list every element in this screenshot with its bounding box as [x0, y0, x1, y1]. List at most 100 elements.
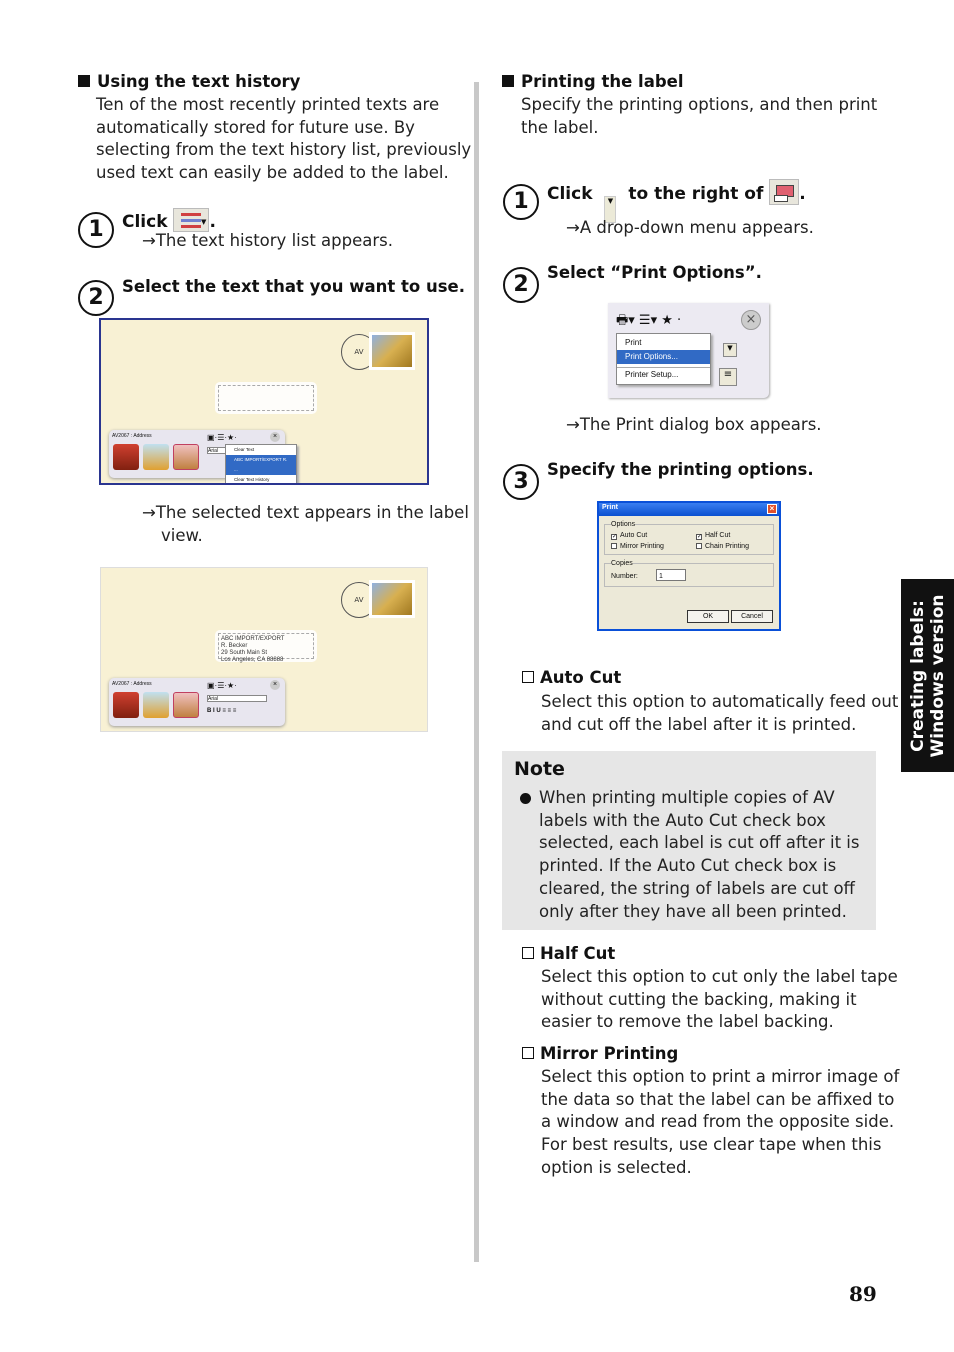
line: the data so that the label can be affixe… [541, 1089, 895, 1109]
menu-item-clear-text[interactable]: Clear Text [226, 445, 296, 455]
line: view. [161, 525, 203, 545]
auto-cut-text: Select this option to automatically feed… [541, 691, 898, 736]
options-group: Options ✓ Auto Cut ✓ Half Cut Mirror Printi… [604, 521, 774, 555]
bold-button[interactable]: B [207, 708, 211, 714]
close-icon[interactable]: × [741, 310, 761, 330]
cancel-button[interactable]: Cancel [731, 610, 773, 623]
toolbar-icons[interactable]: ▣·☰·★· [207, 681, 237, 690]
line: Ten of the most recently printed texts a… [96, 95, 440, 114]
mirror-printing-checkbox[interactable]: Mirror Printing [611, 541, 696, 552]
line: Select this option to print a mirror ima… [541, 1067, 900, 1086]
text-history-menu: Clear Text ABC IMPORT/EXPORT R. ... Clea… [225, 444, 297, 483]
align-right-icon[interactable]: ≡ [719, 368, 737, 386]
checkbox-square-icon [522, 947, 534, 959]
layout-thumb[interactable] [113, 444, 139, 470]
toolbar-icons[interactable]: ▣·☰·★· [207, 433, 237, 442]
postmark-text: AV [354, 596, 364, 604]
checkbox-label: Auto Cut [620, 532, 648, 539]
line: only after they have all been printed. [539, 901, 847, 921]
step-number-1: 1 [78, 212, 114, 248]
label-line: Los Angeles, CA 88888 [221, 657, 284, 663]
text-history-intro: Ten of the most recently printed texts a… [96, 94, 471, 185]
bullet-dot-icon [520, 793, 531, 804]
ok-button[interactable]: OK [687, 610, 730, 623]
step2-instruction: Select the text that you want to use. [122, 277, 465, 296]
side-tab-line: Creating labels: [907, 599, 928, 752]
screenshot-print-menu: 🖶▾ ☰▾ ★ · × ▼ ≡ Print Print Options... P… [608, 303, 769, 398]
section-heading-printing: Printing the label [502, 72, 684, 91]
line: without cutting the backing, making it [541, 989, 857, 1009]
bullet-square-icon [78, 75, 90, 87]
font-value: Arial [208, 696, 219, 702]
postmark-text: AV [354, 348, 364, 356]
line: For best results, use clear tape when th… [541, 1135, 882, 1155]
heading-text: Using the text history [97, 72, 301, 91]
menu-item-clear-history[interactable]: Clear Text History [226, 475, 296, 483]
screenshot-text-history: AV AV2067 : Address ▣·☰·★· × Arial Clear… [99, 318, 429, 485]
underline-button[interactable]: U [216, 708, 220, 714]
checkbox-label: Half Cut [705, 532, 731, 539]
side-tab-line: Windows version [927, 594, 948, 757]
layout-thumb[interactable] [143, 692, 169, 718]
print-dialog: Print × Options ✓ Auto Cut ✓ Half Cut Mirror… [597, 501, 781, 631]
line: automatically stored for future use. By [96, 117, 415, 137]
layout-thumb[interactable] [113, 692, 139, 718]
step-number-2: 2 [503, 267, 539, 303]
middle-text: to the right of [628, 184, 764, 204]
mirror-printing-heading: Mirror Printing [522, 1044, 678, 1063]
auto-cut-checkbox[interactable]: ✓ Auto Cut [611, 530, 696, 541]
bullet-square-icon [502, 75, 514, 87]
menu-item-print[interactable]: Print [617, 336, 710, 350]
half-cut-text: Select this option to cut only the label… [541, 966, 898, 1034]
close-icon[interactable]: × [270, 680, 280, 690]
label-view [215, 382, 317, 414]
toolbar-icons[interactable]: 🖶▾ ☰▾ ★ · [616, 311, 681, 333]
copies-label: Copies [611, 560, 633, 567]
menu-item-printer-setup[interactable]: Printer Setup... [617, 367, 710, 382]
edit-panel: AV2067 : Address ▣·☰·★· × Arial B I U ≡ … [109, 678, 285, 726]
line: easier to remove the label backing. [541, 1012, 834, 1032]
half-cut-heading: Half Cut [522, 944, 615, 963]
format-buttons[interactable]: B I U ≡ ≡ ≡ [207, 708, 236, 714]
heading-text: Printing the label [521, 72, 684, 91]
line: a window and read from the opposite side… [541, 1112, 895, 1132]
font-select[interactable]: Arial [207, 695, 267, 702]
number-label: Number: [611, 573, 638, 580]
panel-title: AV2067 : Address [112, 681, 152, 687]
italic-button[interactable]: I [213, 708, 215, 714]
click-text: Click [547, 184, 593, 204]
line: Select this option to automatically feed… [541, 692, 899, 711]
menu-item-print-options[interactable]: Print Options... [617, 350, 710, 364]
printing-intro: Specify the printing options, and then p… [521, 94, 877, 139]
click-text: Click [122, 212, 168, 232]
dropdown-arrow-icon[interactable]: ▼ [723, 343, 737, 357]
panel-title: AV2067 : Address [112, 433, 152, 439]
line: Specify the printing options, and then p… [521, 95, 878, 114]
print-menu: Print Print Options... Printer Setup... [616, 333, 711, 385]
chain-printing-checkbox[interactable]: Chain Printing [696, 541, 749, 552]
auto-cut-heading: Auto Cut [522, 668, 621, 687]
layout-thumb[interactable] [143, 444, 169, 470]
menu-item-history-entry[interactable]: ABC IMPORT/EXPORT R. ... [226, 455, 296, 475]
chapter-side-tab: Creating labels: Windows version [901, 579, 954, 772]
screenshot-label-view: AV ABC IMPORT/EXPORT R. Becker 29 South Ma… [100, 567, 428, 732]
line: the label. [521, 117, 599, 137]
label-view: ABC IMPORT/EXPORT R. Becker 29 South Main … [215, 630, 317, 663]
half-cut-checkbox[interactable]: ✓ Half Cut [696, 530, 730, 541]
close-icon[interactable]: × [270, 432, 280, 442]
font-select[interactable]: Arial [207, 447, 227, 454]
text-history-icon[interactable]: ▼ [173, 208, 210, 232]
step3-instruction: Specify the printing options. [547, 460, 814, 479]
options-label: Options [611, 521, 636, 528]
line: cleared, the string of labels are cut of… [539, 878, 855, 898]
period: . [209, 212, 216, 232]
section-heading-text-history: Using the text history [78, 72, 300, 91]
layout-thumb[interactable] [173, 444, 199, 470]
number-spinner[interactable]: 1 [656, 569, 686, 581]
printer-icon[interactable] [769, 179, 800, 205]
note-title: Note [514, 758, 565, 780]
note-text: When printing multiple copies of AV label… [539, 787, 859, 923]
step1-instruction: Click ▼. [122, 208, 216, 232]
layout-thumb[interactable] [173, 692, 199, 718]
close-icon[interactable]: × [767, 504, 777, 514]
